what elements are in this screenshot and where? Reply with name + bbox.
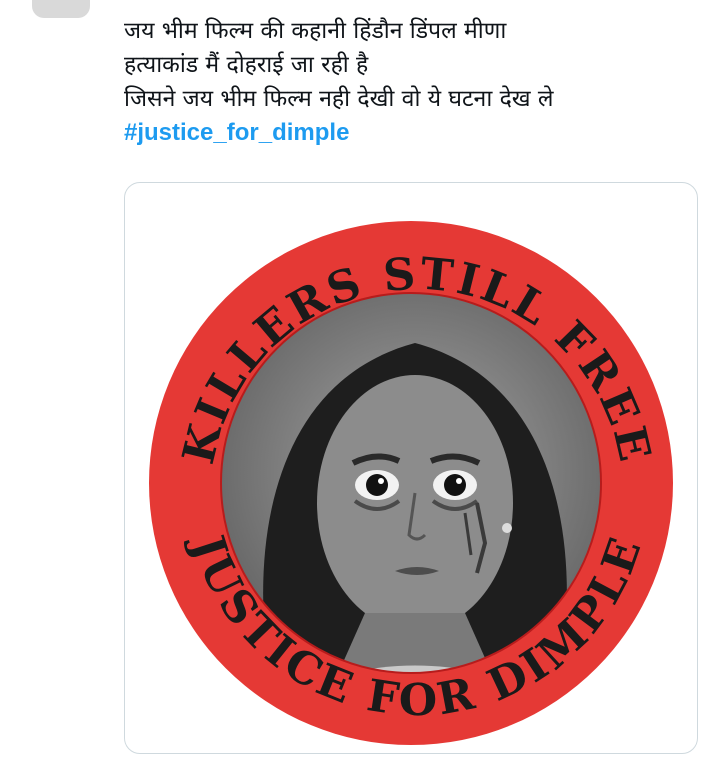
- tweet-media-image[interactable]: KILLERS STILL FREE JUSTICE FOR DIMPLE: [124, 182, 698, 754]
- avatar[interactable]: [32, 0, 90, 18]
- tweet-text-line: जय भीम फिल्म की कहानी हिंडौन डिंपल मीणा: [124, 18, 507, 44]
- justice-badge: KILLERS STILL FREE JUSTICE FOR DIMPLE: [149, 221, 673, 745]
- tweet-text-line: हत्याकांड मैं दोहराई जा रही है: [124, 52, 369, 78]
- tweet-text-line: जिसने जय भीम फिल्म नही देखी वो ये घटना द…: [124, 86, 554, 112]
- hashtag-link[interactable]: #justice_for_dimple: [124, 116, 704, 150]
- tweet-text: जय भीम फिल्म की कहानी हिंडौन डिंपल मीणा …: [124, 14, 704, 150]
